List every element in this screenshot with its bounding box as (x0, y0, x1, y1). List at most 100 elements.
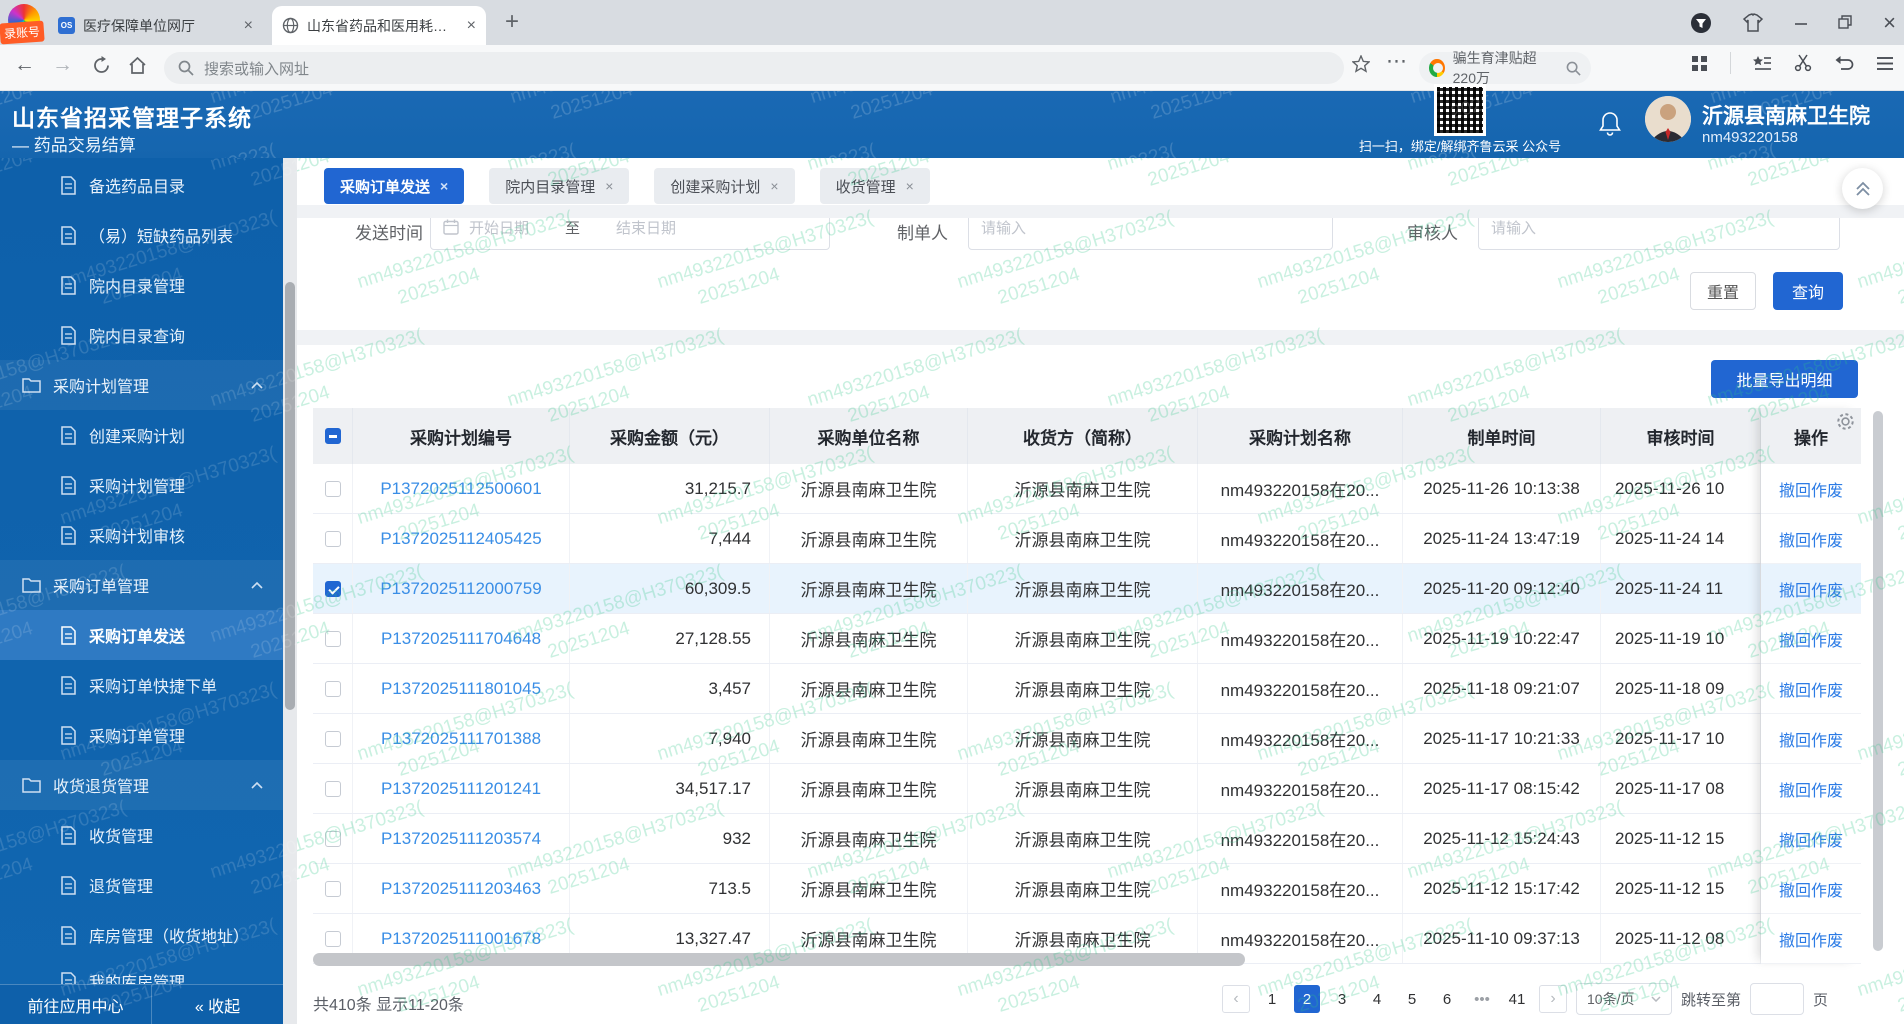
plan-no-link[interactable]: P1372025111801045 (381, 679, 541, 699)
next-page-button[interactable]: › (1539, 985, 1567, 1013)
sidebar-item-warehouse-mgmt[interactable]: 库房管理（收货地址） (0, 910, 283, 960)
favorites-list-icon[interactable] (1753, 55, 1772, 72)
table-row[interactable]: P1372025112405425 7,444 沂源县南麻卫生院 沂源县南麻卫生… (313, 514, 1761, 564)
row-checkbox[interactable] (313, 714, 353, 763)
tab-chip-purchase-order-send[interactable]: 采购订单发送× (324, 168, 464, 204)
url-bar[interactable]: 搜索或输入网址 (164, 52, 1344, 84)
scrollbar-thumb[interactable] (285, 282, 295, 710)
sidebar-item-hospital-catalog-query[interactable]: 院内目录查询 (0, 310, 283, 360)
withdraw-void-link[interactable]: 撤回作废 (1761, 714, 1861, 764)
sidebar-item-alternate-drug-catalog[interactable]: 备选药品目录 (0, 160, 283, 210)
plan-no-link[interactable]: P1372025112405425 (380, 529, 541, 549)
sidebar-item-purchase-plan-audit[interactable]: 采购计划审核 (0, 510, 283, 560)
withdraw-void-link[interactable]: 撤回作废 (1761, 914, 1861, 964)
sidebar-group-purchase-plan-mgmt[interactable]: 采购计划管理 (0, 360, 283, 410)
select-all-checkbox[interactable] (313, 408, 353, 464)
plan-no-link[interactable]: P1372025112500601 (380, 479, 541, 499)
more-icon[interactable]: ⋯ (1386, 49, 1407, 74)
date-range-input[interactable]: 开始日期 至 结束日期 (430, 218, 830, 250)
batch-export-button[interactable]: 批量导出明细 (1711, 360, 1858, 398)
close-icon[interactable]: × (770, 178, 778, 194)
row-checkbox[interactable] (313, 564, 353, 613)
prev-page-button[interactable]: ‹ (1222, 985, 1250, 1013)
browser-shield-icon[interactable] (1690, 12, 1712, 34)
refresh-icon[interactable] (92, 56, 111, 75)
forward-icon[interactable]: → (52, 53, 73, 77)
page-4[interactable]: 4 (1364, 985, 1390, 1013)
screenshot-scissors-icon[interactable] (1794, 54, 1813, 72)
page-1[interactable]: 1 (1259, 985, 1285, 1013)
row-checkbox[interactable] (313, 464, 353, 513)
close-icon[interactable]: × (906, 178, 914, 194)
minimize-button[interactable] (1794, 16, 1808, 30)
table-row[interactable]: P1372025111801045 3,457 沂源县南麻卫生院 沂源县南麻卫生… (313, 664, 1761, 714)
hot-search-widget[interactable]: 骗生育津贴超220万 (1419, 52, 1591, 84)
theme-tshirt-icon[interactable] (1742, 13, 1764, 33)
plan-no-link[interactable]: P1372025111704648 (381, 629, 541, 649)
sidebar-group-purchase-order-mgmt[interactable]: 采购订单管理 (0, 560, 283, 610)
restore-button[interactable] (1838, 15, 1853, 30)
maker-input[interactable]: 请输入 (968, 218, 1333, 250)
row-checkbox[interactable] (313, 764, 353, 813)
sidebar-group-receive-return-mgmt[interactable]: 收货退货管理 (0, 760, 283, 810)
back-icon[interactable]: ← (14, 53, 35, 77)
tab-close-icon[interactable]: × (467, 18, 476, 34)
sidebar-item-receive-mgmt[interactable]: 收货管理 (0, 810, 283, 860)
row-checkbox[interactable] (313, 814, 353, 863)
withdraw-void-link[interactable]: 撤回作废 (1761, 814, 1861, 864)
table-row[interactable]: P1372025111203574 932 沂源县南麻卫生院 沂源县南麻卫生院 … (313, 814, 1761, 864)
collapse-panel-button[interactable] (1842, 168, 1883, 209)
page-6[interactable]: 6 (1434, 985, 1460, 1013)
table-row[interactable]: P1372025112500601 31,215.7 沂源县南麻卫生院 沂源县南… (313, 464, 1761, 514)
undo-icon[interactable] (1835, 55, 1854, 72)
row-checkbox[interactable] (313, 514, 353, 563)
table-row[interactable]: P1372025111701388 7,940 沂源县南麻卫生院 沂源县南麻卫生… (313, 714, 1761, 764)
plan-no-link[interactable]: P1372025111001678 (381, 929, 541, 949)
user-avatar[interactable] (1645, 96, 1691, 142)
sidebar-item-purchase-order-quick[interactable]: 采购订单快捷下单 (0, 660, 283, 710)
plan-no-link[interactable]: P1372025112000759 (380, 579, 541, 599)
notification-bell-icon[interactable] (1598, 111, 1622, 137)
sidebar-item-shortage-drug-list[interactable]: （易）短缺药品列表 (0, 210, 283, 260)
menu-icon[interactable] (1876, 56, 1894, 71)
sidebar-item-hospital-catalog-mgmt[interactable]: 院内目录管理 (0, 260, 283, 310)
table-horizontal-scrollbar[interactable] (313, 953, 1245, 966)
table-row[interactable]: P1372025111201241 34,517.17 沂源县南麻卫生院 沂源县… (313, 764, 1761, 814)
sidebar-item-purchase-order-mgmt[interactable]: 采购订单管理 (0, 710, 283, 760)
go-app-center-button[interactable]: 前往应用中心 (0, 985, 152, 1024)
page-5[interactable]: 5 (1399, 985, 1425, 1013)
sidebar-scrollbar[interactable] (283, 158, 297, 1024)
table-row[interactable]: P1372025111203463 713.5 沂源县南麻卫生院 沂源县南麻卫生… (313, 864, 1761, 914)
table-vertical-scrollbar[interactable] (1873, 411, 1883, 951)
close-icon[interactable]: × (605, 178, 613, 194)
table-row[interactable]: P1372025111704648 27,128.55 沂源县南麻卫生院 沂源县… (313, 614, 1761, 664)
withdraw-void-link[interactable]: 撤回作废 (1761, 764, 1861, 814)
page-size-select[interactable]: 10条/页 (1576, 983, 1672, 1015)
close-button[interactable]: × (1883, 10, 1896, 36)
table-row-selected[interactable]: P1372025112000759 60,309.5 沂源县南麻卫生院 沂源县南… (313, 564, 1761, 614)
sidebar-item-return-mgmt[interactable]: 退货管理 (0, 860, 283, 910)
plan-no-link[interactable]: P1372025111203574 (381, 829, 541, 849)
new-tab-button[interactable]: + (505, 8, 519, 36)
query-button[interactable]: 查询 (1773, 272, 1843, 310)
browser-tab-1[interactable]: OS 医疗保障单位网厅 × (48, 6, 263, 45)
jump-page-input[interactable] (1750, 983, 1804, 1015)
plan-no-link[interactable]: P1372025111701388 (381, 729, 541, 749)
close-icon[interactable]: × (440, 178, 448, 194)
withdraw-void-link[interactable]: 撤回作废 (1761, 864, 1861, 914)
sidebar-item-purchase-order-send[interactable]: 采购订单发送 (0, 610, 283, 660)
plan-no-link[interactable]: P1372025111203463 (381, 879, 541, 899)
withdraw-void-link[interactable]: 撤回作废 (1761, 664, 1861, 714)
reset-button[interactable]: 重置 (1690, 272, 1756, 310)
column-settings-gear-icon[interactable] (1835, 411, 1856, 432)
plan-no-link[interactable]: P1372025111201241 (381, 779, 541, 799)
tab-chip-create-plan[interactable]: 创建采购计划× (654, 168, 794, 204)
apps-grid-icon[interactable] (1691, 55, 1708, 72)
sidebar-item-create-purchase-plan[interactable]: 创建采购计划 (0, 410, 283, 460)
page-ellipsis[interactable]: ••• (1469, 985, 1495, 1013)
withdraw-void-link[interactable]: 撤回作废 (1761, 564, 1861, 614)
bookmark-star-icon[interactable] (1352, 55, 1370, 73)
browser-tab-2[interactable]: 山东省药品和医用耗材招采管 × (272, 6, 486, 45)
withdraw-void-link[interactable]: 撤回作废 (1761, 514, 1861, 564)
withdraw-void-link[interactable]: 撤回作废 (1761, 614, 1861, 664)
